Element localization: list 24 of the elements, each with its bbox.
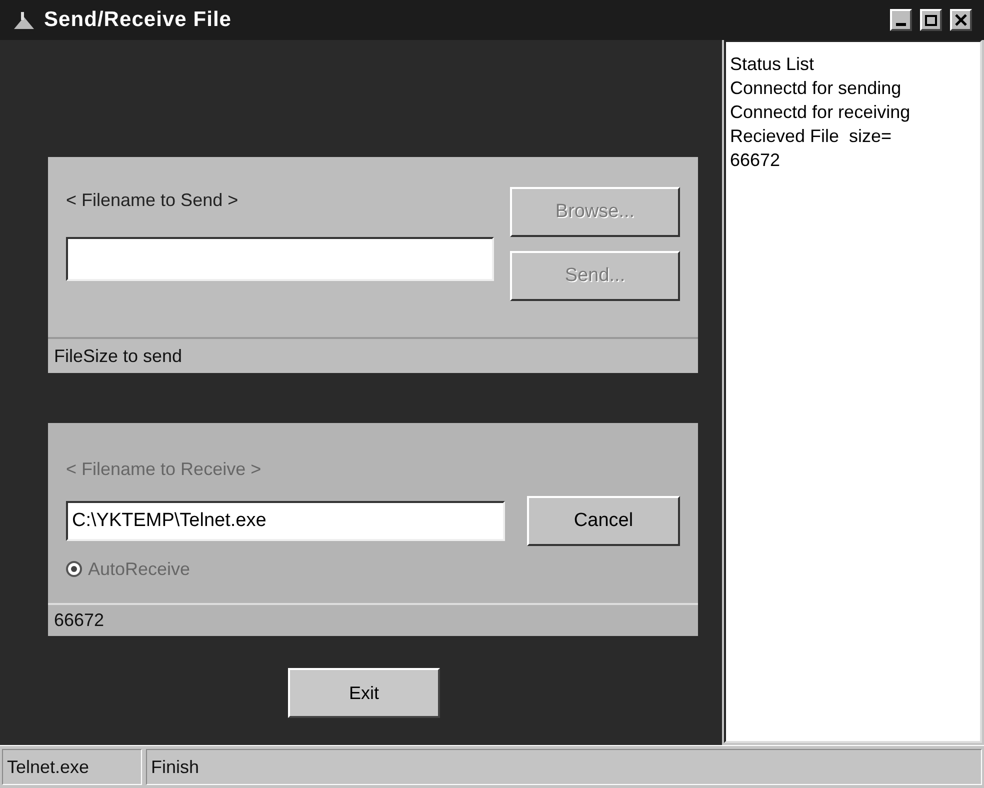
status-entry: Status List — [730, 53, 816, 76]
receive-filename-label: < Filename to Receive > — [66, 458, 262, 481]
received-size-bar: 66672 — [48, 603, 698, 636]
receive-filename-field[interactable]: C:\YKTEMP\Telnet.exe — [66, 501, 505, 541]
file-size-bar: FileSize to send — [48, 337, 698, 373]
window-title: Send/Receive File — [44, 7, 232, 34]
send-filename-field[interactable] — [66, 237, 494, 281]
minimize-icon — [896, 23, 906, 26]
minimize-button[interactable] — [890, 9, 912, 31]
auto-receive-label: AutoReceive — [88, 558, 190, 580]
close-icon — [955, 14, 967, 26]
status-entry: Connectd for receiving — [730, 101, 912, 124]
maximize-icon — [925, 14, 937, 26]
status-entry: 66672 — [730, 149, 782, 172]
status-bar-pane: Telnet.exe — [2, 749, 142, 785]
status-entry: Connectd for sending — [730, 77, 902, 100]
close-button[interactable] — [950, 9, 972, 31]
app-icon — [12, 9, 36, 31]
exit-button[interactable]: Exit — [288, 668, 440, 718]
maximize-button[interactable] — [920, 9, 942, 31]
status-bar-pane: Finish — [146, 749, 982, 785]
status-entry: Recieved File size= — [730, 125, 893, 148]
send-filename-label: < Filename to Send > — [66, 189, 240, 212]
push-button[interactable]: Cancel — [527, 496, 680, 546]
